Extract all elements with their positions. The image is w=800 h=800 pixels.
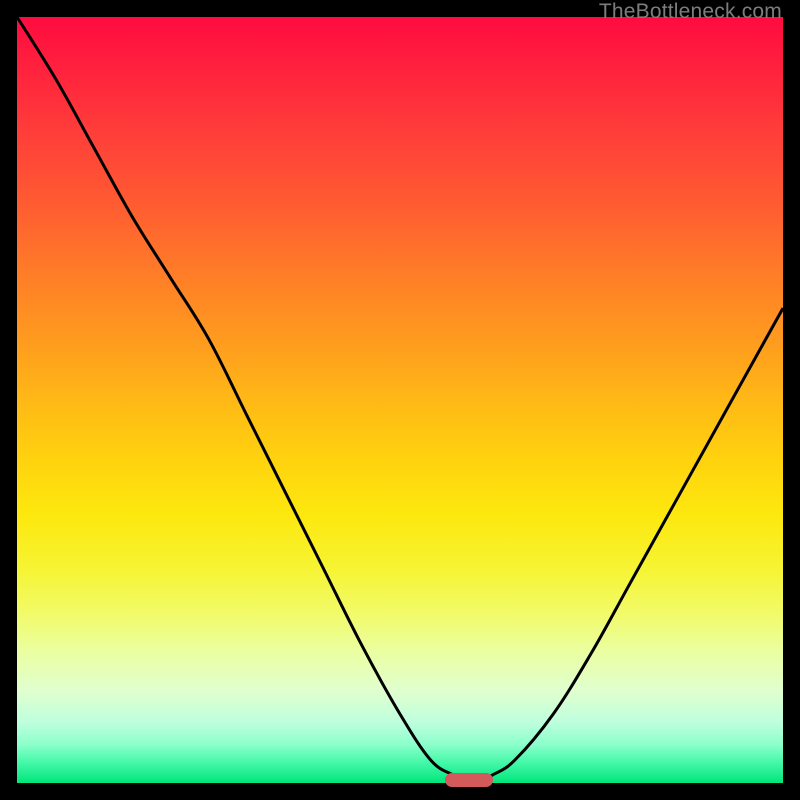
- chart-frame: TheBottleneck.com: [0, 0, 800, 800]
- chart-plot-area: [17, 17, 783, 783]
- watermark-text: TheBottleneck.com: [599, 0, 782, 24]
- bottleneck-curve: [17, 17, 783, 783]
- optimum-marker: [445, 773, 493, 787]
- curve-line: [17, 17, 783, 783]
